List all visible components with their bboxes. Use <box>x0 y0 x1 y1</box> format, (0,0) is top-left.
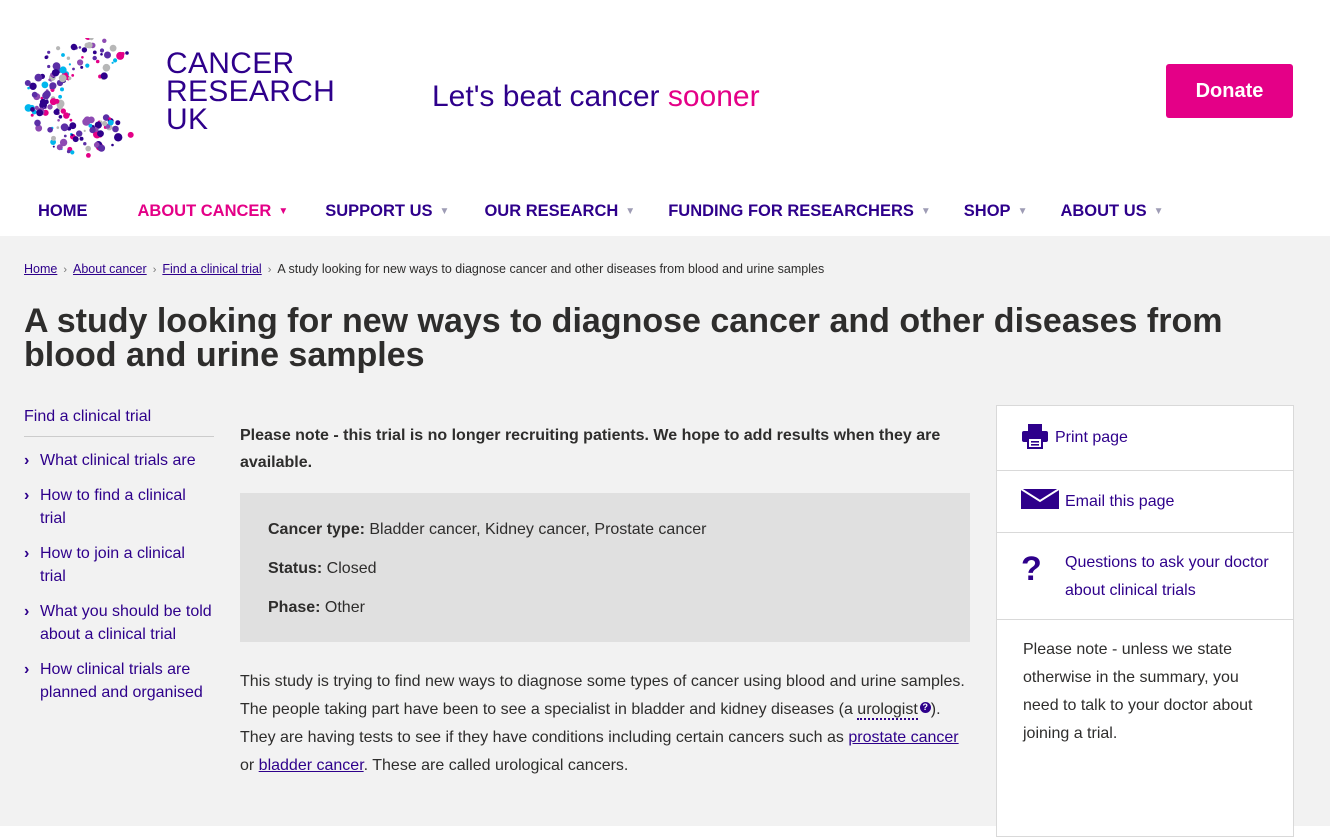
cancer-type-row: Cancer type: Bladder cancer, Kidney canc… <box>268 517 942 542</box>
caret-down-icon: ▼ <box>625 205 636 217</box>
cancer-type-value: Bladder cancer, Kidney cancer, Prostate … <box>364 521 707 538</box>
chevron-right-icon: › <box>24 487 30 504</box>
tagline-main: Let's beat cancer <box>432 80 668 113</box>
nav-about-us[interactable]: ABOUT US ▼ <box>1060 202 1163 221</box>
tagline-accent: sooner <box>667 80 760 113</box>
caret-down-icon: ▼ <box>1153 205 1164 217</box>
sidebar-item-label: What clinical trials are <box>40 452 196 469</box>
nav-about-cancer-label: ABOUT CANCER <box>137 201 272 220</box>
donate-button[interactable]: Donate <box>1166 64 1293 118</box>
sidebar-list: › What clinical trials are › How to find a… <box>24 449 214 704</box>
caret-down-icon: ▼ <box>920 205 931 217</box>
nav-about-cancer[interactable]: ABOUT CANCER ▼ <box>138 202 289 221</box>
logo-line-1: CANCER <box>166 47 295 80</box>
sidebar-item-how-to-join[interactable]: › How to join a clinical trial <box>24 542 214 588</box>
questions-to-ask-link[interactable]: ? Questions to ask your doctor about cli… <box>997 533 1293 620</box>
nav-funding-for-researchers[interactable]: FUNDING FOR RESEARCHERS ▼ <box>668 202 931 221</box>
sidebar-item-label: How to find a clinical trial <box>40 487 186 527</box>
cancer-research-uk-logo[interactable]: CANCER RESEARCH UK <box>24 38 336 160</box>
nav-our-research-label: OUR RESEARCH <box>484 201 619 220</box>
nav-home-label: HOME <box>38 201 88 220</box>
recruiting-notice: Please note - this trial is no longer re… <box>240 427 941 471</box>
chevron-right-icon: › <box>24 545 30 562</box>
nav-shop-label: SHOP <box>963 201 1011 220</box>
email-page-link[interactable]: Email this page <box>997 471 1293 533</box>
nav-home[interactable]: HOME <box>38 202 88 221</box>
printer-icon <box>1021 423 1055 454</box>
status-row: Status: Closed <box>268 556 942 581</box>
breadcrumb-current: A study looking for new ways to diagnose… <box>277 262 825 276</box>
breadcrumb-separator-icon: › <box>152 264 157 276</box>
logo-wordmark: CANCER RESEARCH UK <box>166 47 336 136</box>
breadcrumb-separator-icon: › <box>267 264 272 276</box>
phase-label: Phase: <box>268 599 321 616</box>
nav-support-us[interactable]: SUPPORT US ▼ <box>325 202 449 221</box>
nav-about-us-label: ABOUT US <box>1060 201 1147 220</box>
urologist-glossary-link[interactable]: urologist <box>857 701 918 720</box>
description-text-3: or <box>240 757 259 774</box>
logo-dots-icon <box>24 38 134 158</box>
chevron-right-icon: › <box>24 603 30 620</box>
logo-line-3: UK <box>166 103 209 136</box>
logo-line-2: RESEARCH <box>166 75 336 108</box>
email-page-label: Email this page <box>1065 492 1175 510</box>
page-tools-panel: Print page Email this page ? Questions t… <box>996 405 1294 837</box>
sidebar-item-what-you-should-be-told[interactable]: › What you should be told about a clinica… <box>24 600 214 646</box>
breadcrumb-about-cancer[interactable]: About cancer <box>73 262 147 276</box>
sidebar-item-label: How clinical trials are planned and orga… <box>40 661 203 701</box>
tagline: Let's beat cancer sooner <box>432 80 760 114</box>
prostate-cancer-link[interactable]: prostate cancer <box>848 729 958 746</box>
site-header: CANCER RESEARCH UK Let's beat cancer soo… <box>0 0 1330 236</box>
nav-shop[interactable]: SHOP ▼ <box>964 202 1028 221</box>
joining-note: Please note - unless we state otherwise … <box>1023 641 1253 742</box>
info-icon[interactable]: ? <box>919 702 931 713</box>
main-area: Home › About cancer › Find a clinical trial ›… <box>0 236 1330 837</box>
page-title: A study looking for new ways to diagnose… <box>24 302 1223 374</box>
bladder-cancer-link[interactable]: bladder cancer <box>259 757 364 774</box>
phase-value: Other <box>320 599 365 616</box>
caret-down-icon: ▼ <box>278 205 289 217</box>
sidebar-title-link[interactable]: Find a clinical trial <box>24 408 214 437</box>
sidebar-item-label: What you should be told about a clinical… <box>40 603 212 643</box>
envelope-icon <box>1020 488 1065 514</box>
sidebar-nav: Find a clinical trial › What clinical tri… <box>24 408 214 704</box>
breadcrumb-separator-icon: › <box>63 264 68 276</box>
sidebar-item-label: How to join a clinical trial <box>40 545 185 585</box>
trial-summary-box: Cancer type: Bladder cancer, Kidney canc… <box>240 493 970 642</box>
trial-description: This study is trying to find new ways to… <box>240 668 970 780</box>
nav-support-us-label: SUPPORT US <box>325 201 433 220</box>
status-value: Closed <box>322 560 377 577</box>
phase-row: Phase: Other <box>268 595 942 620</box>
status-label: Status: <box>268 560 323 577</box>
breadcrumb: Home › About cancer › Find a clinical trial ›… <box>24 262 824 276</box>
breadcrumb-find-a-clinical-trial[interactable]: Find a clinical trial <box>162 262 261 276</box>
sidebar-item-how-to-find[interactable]: › How to find a clinical trial <box>24 484 214 530</box>
questions-label: Questions to ask your doctor about clini… <box>1065 554 1269 599</box>
print-page-label: Print page <box>1055 429 1128 446</box>
description-text-4: . These are called urological cancers. <box>363 757 629 774</box>
caret-down-icon: ▼ <box>439 205 450 217</box>
cancer-type-label: Cancer type: <box>268 521 365 538</box>
chevron-right-icon: › <box>24 452 30 469</box>
question-mark-icon: ? <box>1021 550 1042 588</box>
main-nav: HOME ABOUT CANCER ▼ SUPPORT US ▼ OUR RESEA… <box>38 196 1164 226</box>
print-page-link[interactable]: Print page <box>997 406 1293 471</box>
breadcrumb-home[interactable]: Home <box>24 262 57 276</box>
main-content: Please note - this trial is no longer re… <box>240 422 970 780</box>
sidebar-item-what-clinical-trials-are[interactable]: › What clinical trials are <box>24 449 214 472</box>
sidebar-item-how-planned[interactable]: › How clinical trials are planned and org… <box>24 658 214 704</box>
nav-funding-label: FUNDING FOR RESEARCHERS <box>668 201 914 220</box>
chevron-right-icon: › <box>24 661 30 678</box>
caret-down-icon: ▼ <box>1017 205 1028 217</box>
nav-our-research[interactable]: OUR RESEARCH ▼ <box>484 202 635 221</box>
